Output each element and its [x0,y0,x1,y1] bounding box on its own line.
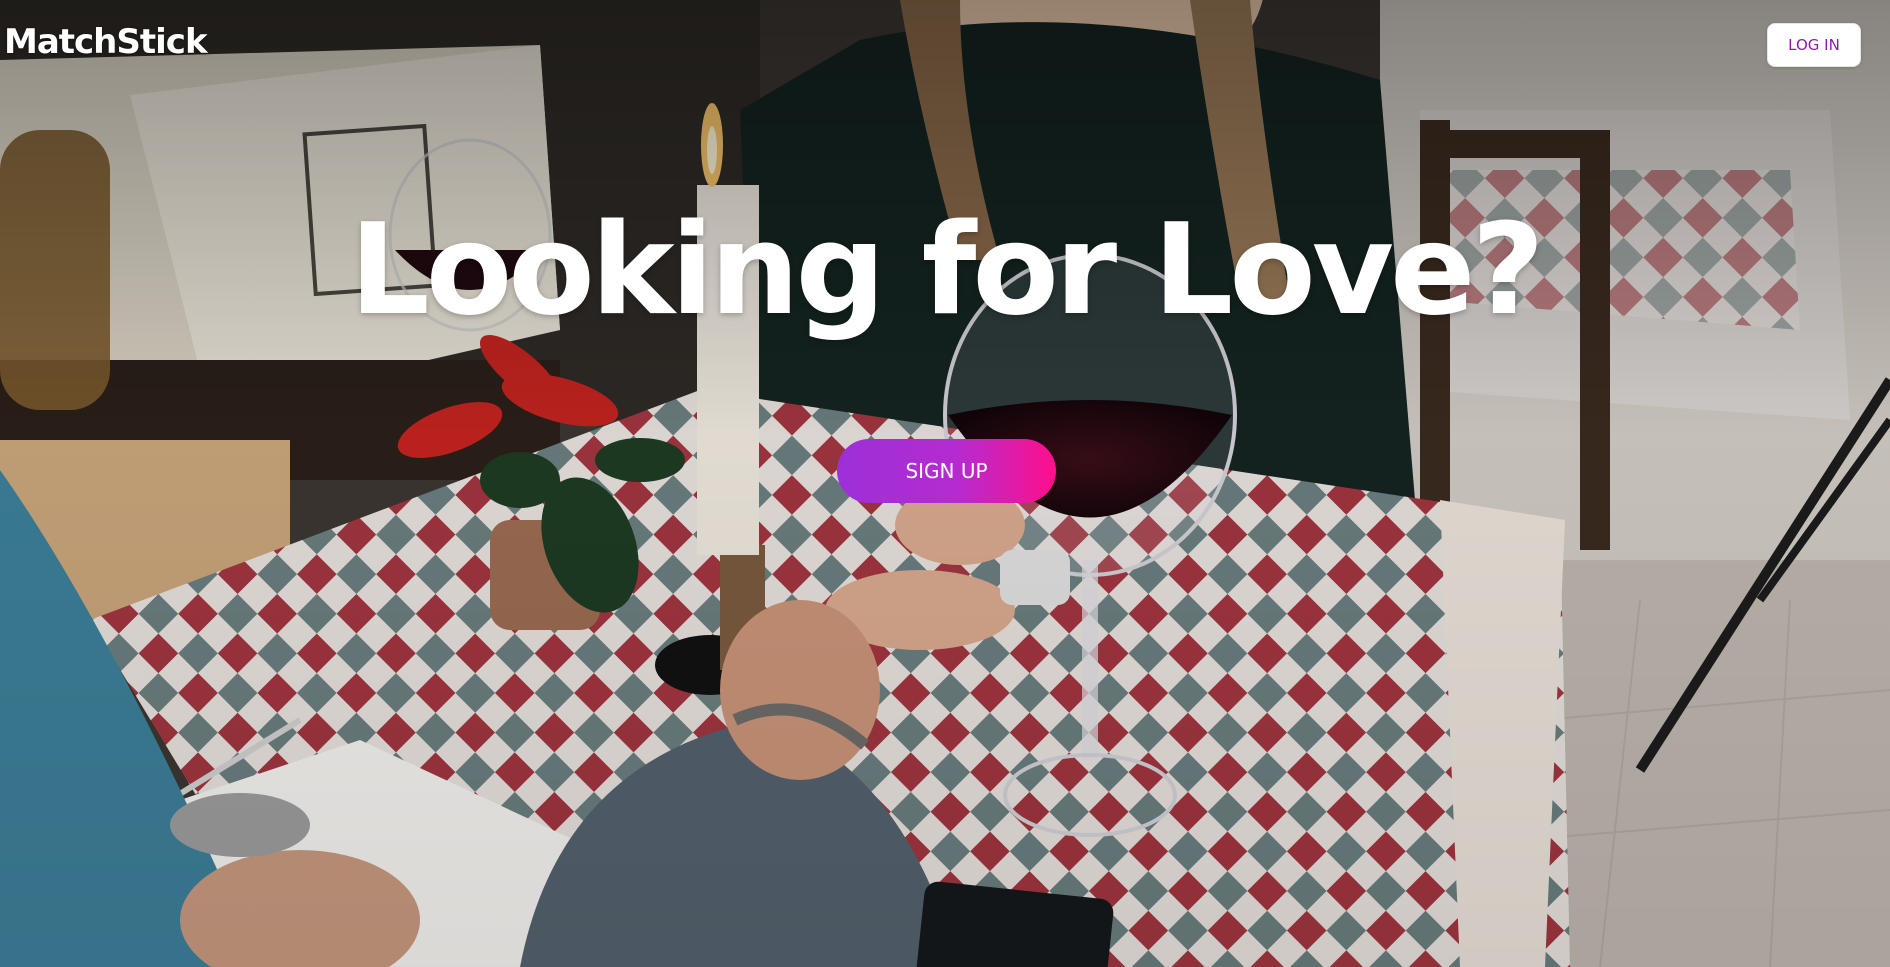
brand-logo[interactable]: MatchStick [4,22,208,62]
login-button[interactable]: LOG IN [1767,23,1861,67]
signup-button[interactable]: SIGN UP [837,439,1056,503]
landing-page: MatchStick LOG IN Looking for Love? SIGN… [0,0,1890,967]
hero-headline: Looking for Love? [349,196,1544,343]
